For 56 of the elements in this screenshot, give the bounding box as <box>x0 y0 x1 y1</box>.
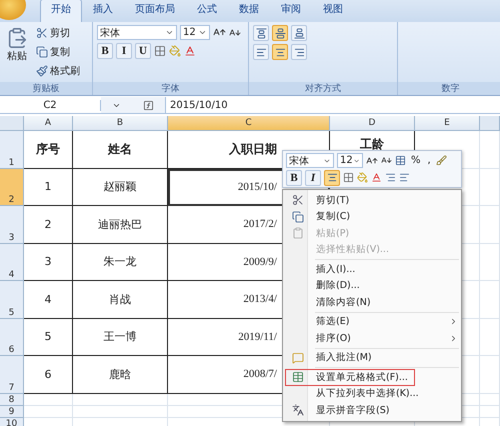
menu-item[interactable]: 显示拼音字段(S) <box>285 402 459 418</box>
font-name-field[interactable]: 宋体 <box>286 153 334 168</box>
column-header[interactable]: D <box>330 116 415 131</box>
table-cell: 王一博 <box>73 318 168 356</box>
row-header[interactable]: 6 <box>0 318 24 356</box>
ribbon-tab[interactable]: 数据 <box>228 0 270 22</box>
table-cell: 4 <box>24 281 73 318</box>
column-header[interactable]: C <box>168 116 330 131</box>
font-style-button[interactable]: B <box>97 43 113 59</box>
table-cell: 肖战 <box>73 281 168 318</box>
ribbon-tab[interactable]: 插入 <box>82 0 124 22</box>
italic-button[interactable]: I <box>305 170 321 186</box>
group-label: 对齐方式 <box>249 82 397 95</box>
row-header[interactable]: 9 <box>0 406 24 418</box>
table-cell: 鹿晗 <box>73 356 168 394</box>
clipboard-button[interactable]: 复制 <box>34 44 82 60</box>
column-header[interactable]: A <box>24 116 73 131</box>
ribbon-tab[interactable]: 视图 <box>312 0 354 22</box>
group-label: 剪贴板 <box>0 82 92 95</box>
row-header[interactable]: 2 <box>0 168 24 206</box>
column-title: 姓名 <box>73 131 168 168</box>
comma-button[interactable]: , <box>426 152 433 168</box>
table-cell: 赵丽颖 <box>73 168 168 206</box>
ribbon-tab[interactable]: 审阅 <box>270 0 312 22</box>
column-title: 序号 <box>24 131 73 168</box>
font-name-field[interactable]: 宋体 <box>97 25 177 40</box>
ribbon-tab[interactable]: 页面布局 <box>124 0 186 22</box>
group-label: 数字 <box>398 82 500 95</box>
row-header[interactable]: 8 <box>0 394 24 406</box>
font-size-field[interactable]: 12 <box>337 153 363 168</box>
font-style-button[interactable]: U <box>135 43 151 59</box>
table-cell: 1 <box>24 168 73 206</box>
ribbon-tab[interactable]: 开始 <box>40 0 82 22</box>
font-size-field[interactable]: 12 <box>180 25 210 40</box>
table-cell: 迪丽热巴 <box>73 206 168 244</box>
row-header[interactable]: 5 <box>0 281 24 318</box>
column-header[interactable]: B <box>73 116 168 131</box>
row-header[interactable]: 7 <box>0 356 24 394</box>
group-label: 字体 <box>93 82 248 95</box>
table-cell: 5 <box>24 318 73 356</box>
table-cell: 3 <box>24 244 73 281</box>
bold-button[interactable]: B <box>286 170 302 186</box>
font-style-button[interactable]: I <box>116 43 132 59</box>
formula-field[interactable]: 2015/10/10 <box>166 100 228 110</box>
row-header[interactable]: 4 <box>0 244 24 281</box>
table-cell: 朱一龙 <box>73 244 168 281</box>
table-cell: 6 <box>24 356 73 394</box>
menu-item[interactable]: 设置单元格格式(F)... <box>285 369 415 386</box>
paste-button[interactable]: 粘贴 <box>4 25 30 79</box>
row-header[interactable]: 3 <box>0 206 24 244</box>
column-header[interactable]: E <box>415 116 480 131</box>
clipboard-button[interactable]: 剪切 <box>34 25 82 41</box>
table-cell: 2 <box>24 206 73 244</box>
ribbon-tab[interactable]: 公式 <box>186 0 228 22</box>
row-header[interactable]: 1 <box>0 131 24 168</box>
clipboard-button[interactable]: 格式刷 <box>34 63 82 79</box>
